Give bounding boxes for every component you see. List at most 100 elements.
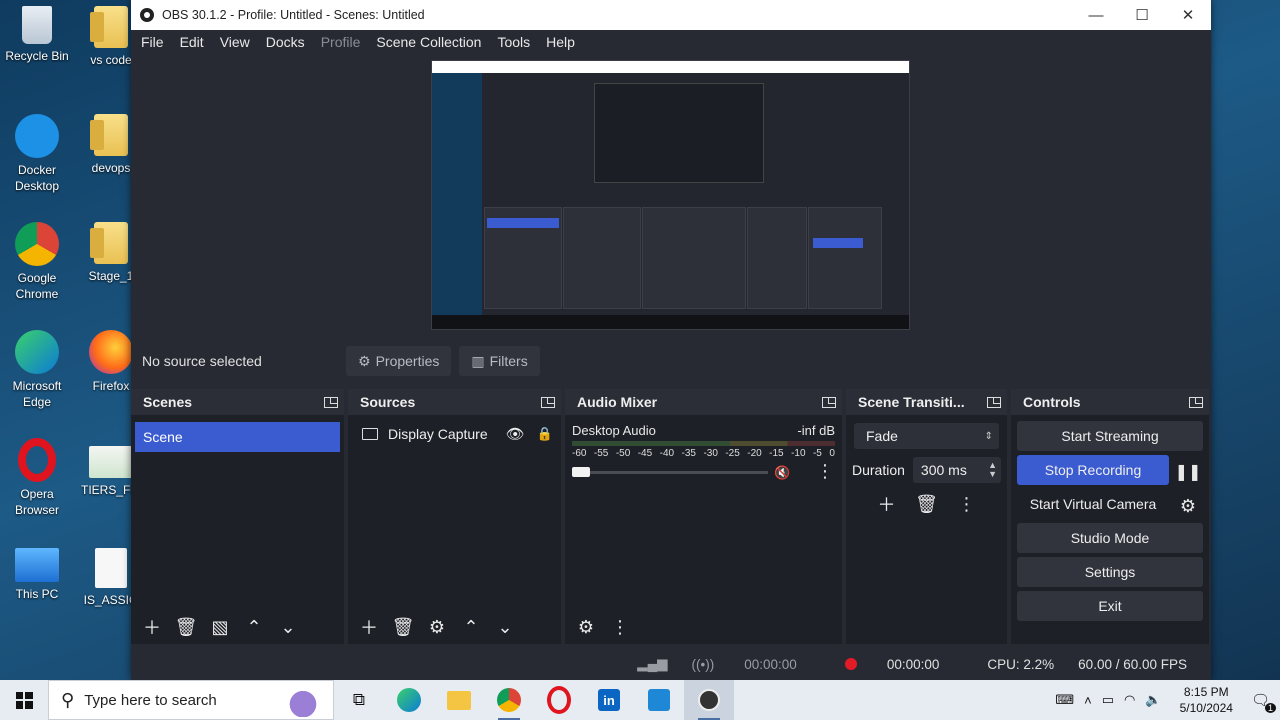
duration-spinbox[interactable]: 300 ms ▲ ▼ (912, 457, 1001, 483)
title-bar[interactable]: OBS 30.1.2 - Profile: Untitled - Scenes:… (131, 0, 1211, 30)
desktop-icon-this-pc[interactable]: This PC (0, 548, 74, 602)
move-source-down-button[interactable]: ⌄ (490, 614, 520, 640)
speaker-muted-icon[interactable]: 🔇 (774, 465, 790, 481)
undock-icon[interactable] (822, 396, 836, 408)
monitor-icon (362, 428, 378, 440)
meter-ticks: -60 -55 -50 -45 -40 -35 -30 -25 -20 -15 -10 -5 0 (572, 448, 835, 459)
scenes-title: Scenes (143, 394, 193, 410)
menu-scene-collection[interactable]: Scene Collection (368, 34, 489, 50)
undock-icon[interactable] (541, 396, 555, 408)
volume-icon[interactable]: 🔈 (1145, 692, 1161, 708)
minimize-button[interactable]: — (1073, 0, 1119, 30)
add-source-button[interactable]: ＋ (354, 614, 384, 640)
maximize-button[interactable]: ☐ (1119, 0, 1165, 30)
chrome-taskbar-icon[interactable] (484, 680, 534, 720)
start-button[interactable] (0, 680, 48, 720)
taskbar-search[interactable]: ⚲ Type here to search (48, 680, 334, 720)
close-button[interactable]: ✕ (1165, 0, 1211, 30)
desktop-icon-chrome[interactable]: Google Chrome (0, 222, 74, 302)
menu-help[interactable]: Help (538, 34, 583, 50)
taskbar: ⚲ Type here to search ⧉ in ⌨ ˄ ▭ ◠ 🔈 8:1… (0, 680, 1280, 720)
scene-list-item[interactable]: Scene (135, 422, 340, 452)
clock-date: 5/10/2024 (1179, 701, 1233, 715)
duration-value: 300 ms (920, 462, 967, 478)
meter-tick-label: -55 (593, 448, 609, 459)
undock-icon[interactable] (1189, 396, 1203, 408)
obs-taskbar-icon[interactable] (684, 680, 734, 720)
battery-icon[interactable]: ▭ (1102, 692, 1114, 708)
move-source-up-button[interactable]: ⌃ (456, 614, 486, 640)
task-view-icon[interactable]: ⧉ (334, 680, 384, 720)
add-scene-button[interactable]: ＋ (137, 614, 167, 640)
advanced-audio-icon[interactable]: ⚙ (571, 614, 601, 640)
undock-icon[interactable] (987, 396, 1001, 408)
filters-button[interactable]: ▥ Filters (459, 346, 540, 376)
source-properties-button[interactable]: ⚙ (422, 614, 452, 640)
remove-source-button[interactable]: 🗑 (388, 614, 418, 640)
audio-mixer-header: Audio Mixer (565, 389, 842, 415)
wifi-icon[interactable]: ◠ (1124, 692, 1135, 708)
scene-filters-button[interactable]: ▧ (205, 614, 235, 640)
properties-button[interactable]: ⚙ Properties (346, 346, 452, 376)
recording-status: 00:00:00 (844, 657, 964, 672)
exit-button[interactable]: Exit (1017, 591, 1203, 621)
channel-menu-icon[interactable]: ⋮ (816, 461, 834, 482)
move-scene-down-button[interactable]: ⌄ (273, 614, 303, 640)
opera-taskbar-icon[interactable] (534, 680, 584, 720)
virtual-camera-settings-icon[interactable]: ⚙ (1173, 493, 1203, 519)
desktop-icon-docker[interactable]: Docker Desktop (0, 114, 74, 194)
linkedin-icon[interactable]: in (584, 680, 634, 720)
meter-tick-label: -40 (659, 448, 675, 459)
transition-menu-icon[interactable]: ⋮ (952, 491, 982, 517)
add-transition-button[interactable]: ＋ (872, 491, 902, 517)
menu-file[interactable]: File (133, 34, 172, 50)
undock-icon[interactable] (324, 396, 338, 408)
search-icon: ⚲ (61, 689, 75, 710)
edge-taskbar-icon[interactable] (384, 680, 434, 720)
record-icon (844, 658, 857, 670)
lock-icon[interactable]: 🔒 (537, 426, 553, 442)
notification-icon[interactable]: 🗨 1 (1251, 691, 1276, 713)
stream-time: 00:00:00 (744, 656, 797, 672)
studio-mode-button[interactable]: Studio Mode (1017, 523, 1203, 553)
fps-readout: 60.00 / 60.00 FPS (1078, 656, 1187, 672)
remove-scene-button[interactable]: 🗑 (171, 614, 201, 640)
vscode-icon[interactable] (634, 680, 684, 720)
notification-count: 1 (1264, 703, 1276, 713)
desktop-icon-recycle-bin[interactable]: Recycle Bin (0, 6, 74, 64)
preview-canvas[interactable] (431, 60, 910, 330)
mixer-channel: Desktop Audio -inf dB -60 -55 -50 -45 -40 -35… (565, 415, 842, 481)
menu-tools[interactable]: Tools (489, 34, 538, 50)
menu-bar: File Edit View Docks Profile Scene Colle… (131, 30, 1211, 54)
desktop-icon-edge[interactable]: Microsoft Edge (0, 330, 74, 410)
transition-select[interactable]: Fade ⇕ (854, 423, 999, 449)
start-virtual-camera-button[interactable]: Start Virtual Camera (1017, 489, 1169, 519)
remove-transition-button[interactable]: 🗑 (912, 491, 942, 517)
keyboard-icon[interactable]: ⌨ (1055, 692, 1074, 708)
pause-icon[interactable]: ❚❚ (1173, 459, 1203, 485)
menu-edit[interactable]: Edit (172, 34, 212, 50)
source-list-item[interactable]: Display Capture 👁 🔒 (362, 422, 553, 446)
file-explorer-icon[interactable] (434, 680, 484, 720)
scene-name: Scene (143, 429, 183, 445)
menu-docks[interactable]: Docks (258, 34, 313, 50)
stop-recording-button[interactable]: Stop Recording (1017, 455, 1169, 485)
obs-logo-icon (140, 8, 154, 22)
volume-slider-handle[interactable] (572, 467, 590, 477)
folder-icon (90, 114, 128, 156)
volume-slider[interactable] (572, 471, 768, 474)
sources-dock-header: Sources (348, 389, 561, 415)
spin-arrows-icon[interactable]: ▲ ▼ (988, 461, 997, 479)
eye-icon[interactable]: 👁 (506, 425, 525, 443)
chevron-up-icon[interactable]: ˄ (1084, 693, 1092, 708)
mixer-toolbar: ⚙ ⋮ (565, 610, 842, 644)
move-scene-up-button[interactable]: ⌃ (239, 614, 269, 640)
settings-button[interactable]: Settings (1017, 557, 1203, 587)
sources-dock: Sources Display Capture 👁 🔒 ＋ 🗑 ⚙ ⌃ ⌄ (348, 389, 561, 644)
mixer-menu-icon[interactable]: ⋮ (605, 614, 635, 640)
menu-view[interactable]: View (212, 34, 258, 50)
volume-meter (572, 441, 835, 446)
start-streaming-button[interactable]: Start Streaming (1017, 421, 1203, 451)
clock[interactable]: 8:15 PM 5/10/2024 (1180, 684, 1233, 716)
desktop-icon-opera[interactable]: Opera Browser (0, 438, 74, 518)
